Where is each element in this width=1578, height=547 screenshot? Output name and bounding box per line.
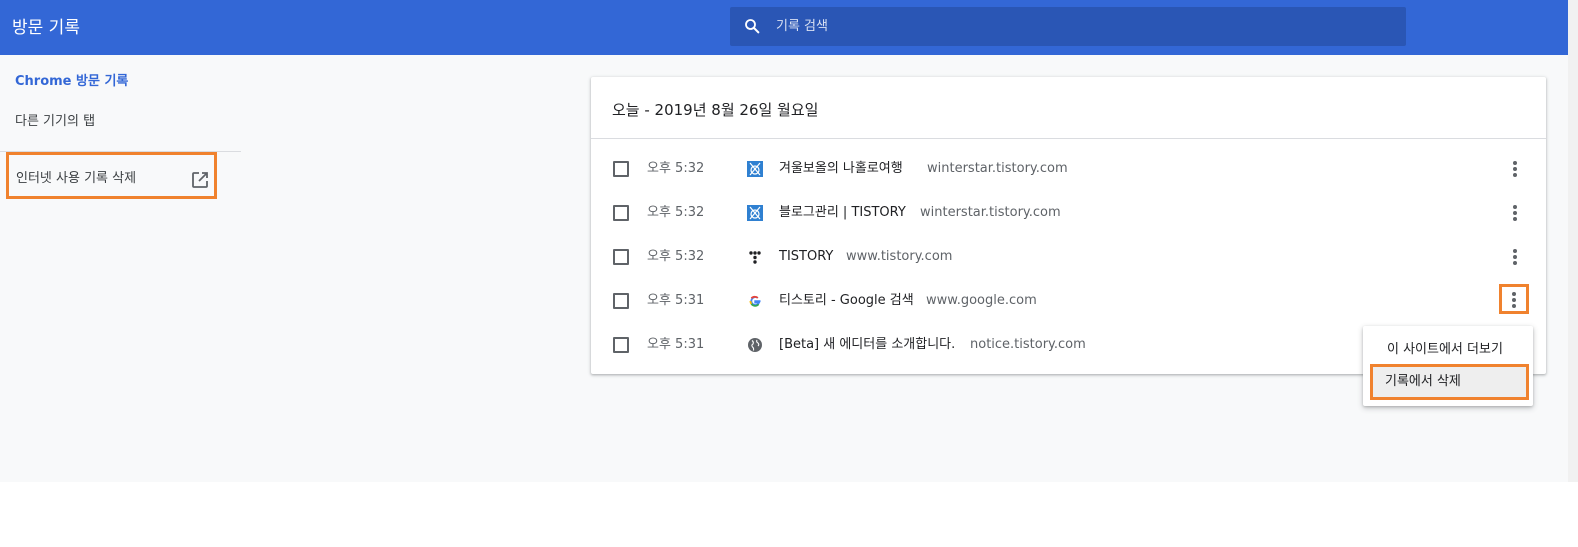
history-row[interactable]: 오후 5:32 겨울보올의 나홀로여행 winterstar.tistory.c…: [591, 147, 1546, 191]
visit-time: 오후 5:32: [647, 205, 705, 220]
sidebar-item-clear-browsing-data[interactable]: 인터넷 사용 기록 삭제: [6, 152, 217, 199]
search-box[interactable]: [730, 7, 1406, 46]
entry-domain: www.google.com: [926, 293, 1037, 308]
scrollbar[interactable]: [1568, 0, 1578, 482]
more-actions-button[interactable]: [1499, 284, 1529, 314]
row-checkbox[interactable]: [613, 205, 629, 221]
more-vert-icon: [1513, 211, 1517, 215]
entry-domain: notice.tistory.com: [970, 337, 1086, 352]
open-in-new-icon: [192, 172, 208, 188]
entry-domain: www.tistory.com: [846, 249, 953, 264]
more-vert-icon: [1513, 173, 1517, 177]
entry-title-link[interactable]: 겨울보올의 나홀로여행: [779, 160, 903, 178]
entry-title-link[interactable]: TISTORY: [779, 248, 833, 266]
search-icon: [745, 19, 760, 34]
tistory-blog-favicon: [747, 161, 763, 177]
entry-title-link[interactable]: 블로그관리 | TISTORY: [779, 204, 906, 222]
more-vert-icon: [1512, 292, 1516, 296]
history-page: 방문 기록 Chrome 방문 기록 다른 기기의 탭 인터넷 사용 기록 삭제…: [0, 0, 1568, 482]
more-vert-icon: [1512, 304, 1516, 308]
menu-item-label: 기록에서 삭제: [1385, 374, 1461, 389]
globe-favicon: [748, 338, 762, 352]
sidebar-item-chrome-history[interactable]: Chrome 방문 기록: [15, 73, 128, 91]
page-title: 방문 기록: [12, 18, 80, 38]
more-vert-icon: [1513, 161, 1517, 165]
entry-title-link[interactable]: 티스토리 - Google 검색: [779, 292, 914, 310]
date-heading: 오늘 - 2019년 8월 26일 월요일: [612, 101, 819, 119]
remove-from-history-menu-item[interactable]: 기록에서 삭제: [1370, 364, 1529, 400]
search-input[interactable]: [776, 7, 1376, 46]
more-vert-icon: [1512, 298, 1516, 302]
visit-time: 오후 5:32: [647, 161, 705, 176]
history-row[interactable]: 오후 5:32 TISTORY www.tistory.com: [591, 235, 1546, 279]
more-vert-icon: [1513, 167, 1517, 171]
entry-domain: winterstar.tistory.com: [927, 161, 1068, 176]
visit-time: 오후 5:31: [647, 337, 705, 352]
row-checkbox[interactable]: [613, 337, 629, 353]
card-divider: [591, 138, 1546, 139]
more-vert-icon: [1513, 261, 1517, 265]
row-checkbox[interactable]: [613, 293, 629, 309]
row-checkbox[interactable]: [613, 161, 629, 177]
more-vert-icon: [1513, 255, 1517, 259]
google-favicon: [749, 295, 761, 307]
more-actions-button[interactable]: [1501, 243, 1529, 271]
sidebar-item-other-devices[interactable]: 다른 기기의 탭: [15, 113, 95, 131]
entry-title-link[interactable]: [Beta] 새 에디터를 소개합니다.: [779, 336, 955, 354]
more-vert-icon: [1513, 249, 1517, 253]
history-row[interactable]: 오후 5:32 블로그관리 | TISTORY winterstar.tisto…: [591, 191, 1546, 235]
more-actions-button[interactable]: [1501, 199, 1529, 227]
row-context-menu: 이 사이트에서 더보기 기록에서 삭제: [1363, 326, 1533, 406]
visit-time: 오후 5:32: [647, 249, 705, 264]
more-vert-icon: [1513, 205, 1517, 209]
visit-time: 오후 5:31: [647, 293, 705, 308]
more-actions-button[interactable]: [1501, 155, 1529, 183]
tistory-dots-favicon: [749, 251, 761, 264]
sidebar-item-label: 인터넷 사용 기록 삭제: [16, 171, 137, 186]
toolbar: 방문 기록: [0, 0, 1568, 55]
history-row[interactable]: 오후 5:31 티스토리 - Google 검색 www.google.com: [591, 279, 1546, 323]
entry-domain: winterstar.tistory.com: [920, 205, 1061, 220]
row-checkbox[interactable]: [613, 249, 629, 265]
more-vert-icon: [1513, 217, 1517, 221]
tistory-blog-favicon: [747, 205, 763, 221]
more-from-site-menu-item[interactable]: 이 사이트에서 더보기: [1387, 341, 1503, 359]
